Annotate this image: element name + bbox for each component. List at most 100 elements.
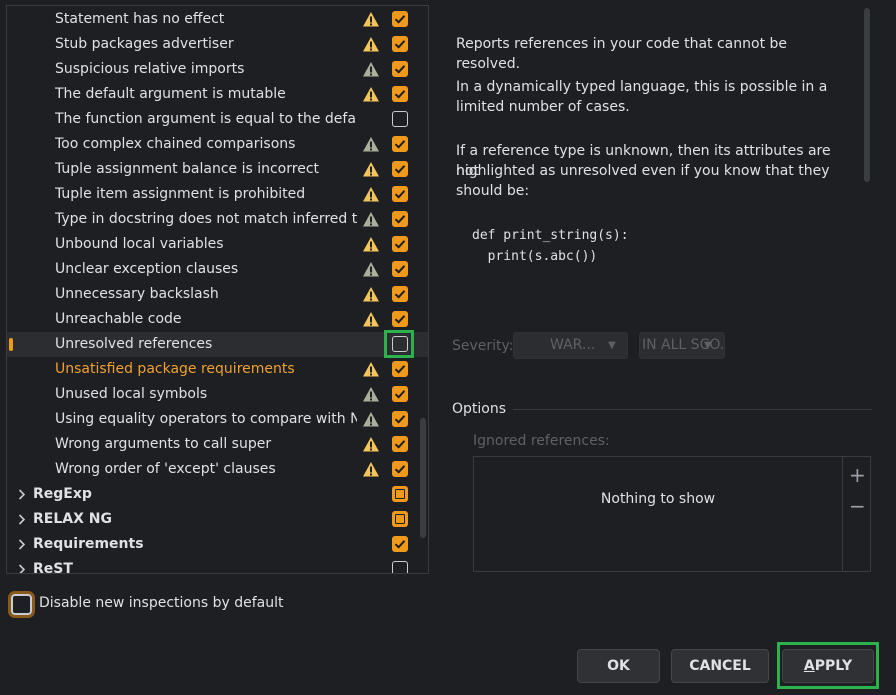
inspection-row[interactable]: Unresolved references [7,330,428,358]
inspection-label: Unnecessary backslash [55,286,219,302]
weak-warning-icon [362,211,380,228]
inspection-label: Unsatisfied package requirements [55,361,295,377]
ignored-references-list[interactable]: Nothing to show [473,456,871,572]
description-p1: Reports references in your code that can… [456,36,788,72]
scope-value: IN ALL SCO... [642,337,725,353]
inspection-group-row[interactable]: RegExp [7,482,428,507]
disable-new-inspections-label: Disable new inspections by default [39,595,284,611]
inspection-row[interactable]: Unused local symbols [7,382,428,407]
add-icon[interactable]: + [849,463,866,487]
code-sample-line2: print(s.abc()) [472,249,598,264]
warning-icon [362,236,380,253]
apply-highlight-frame [777,642,879,689]
weak-warning-icon [362,411,380,428]
inspection-row[interactable]: Unbound local variables [7,232,428,257]
inspection-checkbox[interactable] [392,386,408,402]
inspection-checkbox[interactable] [392,61,408,77]
inspection-row[interactable]: Suspicious relative imports [7,57,428,82]
description-p2-line1: In a dynamically typed language, this is… [456,79,828,95]
inspection-checkbox[interactable] [392,461,408,477]
chevron-right-icon[interactable] [16,532,28,557]
group-checkbox[interactable] [392,511,408,527]
disable-new-inspections-checkbox[interactable] [11,594,32,615]
weak-warning-icon [362,386,380,403]
inspection-checkbox[interactable] [392,86,408,102]
inspection-group-row[interactable]: Requirements [7,532,428,557]
inspection-checkbox[interactable] [392,186,408,202]
inspection-checkbox[interactable] [392,436,408,452]
inspection-row[interactable]: Wrong arguments to call super [7,432,428,457]
chevron-right-icon[interactable] [16,507,28,532]
scope-dropdown[interactable]: IN ALL SCO... ▼ [639,332,725,359]
inspection-row[interactable]: Unclear exception clauses [7,257,428,282]
inspection-checkbox[interactable] [392,261,408,277]
cancel-button[interactable]: CANCEL [671,649,769,683]
inspection-row[interactable]: Unnecessary backslash [7,282,428,307]
inspection-label: Unreachable code [55,311,182,327]
group-checkbox[interactable] [392,561,408,573]
options-title: Options [452,401,507,417]
severity-dropdown[interactable]: WAR... ▼ [513,332,628,359]
inspection-label: Tuple item assignment is prohibited [55,186,306,202]
inspection-row[interactable]: Statement has no effect [7,7,428,32]
inspection-row[interactable]: Using equality operators to compare with… [7,407,428,432]
tree-scrollbar[interactable] [420,418,426,538]
inspection-row[interactable]: Too complex chained comparisons [7,132,428,157]
group-label: ReST [33,561,73,574]
inspection-label: Stub packages advertiser [55,36,234,52]
inspection-row[interactable]: Type in docstring does not match inferre… [7,207,428,232]
inspection-label: Using equality operators to compare with… [55,411,357,427]
severity-label: Severity: [452,338,514,354]
inspection-label: Statement has no effect [55,11,225,27]
warning-icon [362,86,380,103]
inspection-checkbox[interactable] [392,236,408,252]
weak-warning-icon [362,261,380,278]
inspection-checkbox[interactable] [392,111,408,127]
description-scrollbar[interactable] [864,8,870,182]
selected-row-marker [9,338,13,351]
group-checkbox[interactable] [392,486,408,502]
inspection-group-row[interactable]: RELAX NG [7,507,428,532]
inspection-row[interactable]: The default argument is mutable [7,82,428,107]
inspection-label: Type in docstring does not match inferre… [55,211,357,227]
inspection-row[interactable]: Tuple item assignment is prohibited [7,182,428,207]
chevron-down-icon: ▼ [608,340,616,351]
inspection-checkbox[interactable] [392,211,408,227]
inspection-checkbox[interactable] [392,286,408,302]
inspection-checkbox[interactable] [392,36,408,52]
inspection-label: Unbound local variables [55,236,224,252]
ok-button[interactable]: OK [577,649,660,683]
description-p3-line2: highlighted as unresolved even if you kn… [456,163,830,179]
chevron-right-icon[interactable] [16,482,28,507]
inspection-row[interactable]: Stub packages advertiser [7,32,428,57]
inspection-row[interactable]: Wrong order of 'except' clauses [7,457,428,482]
inspection-checkbox[interactable] [392,11,408,27]
inspection-checkbox[interactable] [392,361,408,377]
inspection-group-row[interactable]: ReST [7,557,428,574]
inspection-row[interactable]: Tuple assignment balance is incorrect [7,157,428,182]
inspection-checkbox[interactable] [392,136,408,152]
inspection-label: Tuple assignment balance is incorrect [55,161,320,177]
inspection-tree[interactable]: Statement has no effect Stub packages adv… [6,5,429,574]
warning-icon [362,36,380,53]
group-checkbox[interactable] [392,536,408,552]
inspection-row[interactable]: Unsatisfied package requirements [7,357,428,382]
inspection-checkbox[interactable] [392,161,408,177]
inspection-row[interactable]: The function argument is equal to the de… [7,107,428,132]
inspection-checkbox[interactable] [392,311,408,327]
warning-icon [362,286,380,303]
remove-icon[interactable]: − [849,494,866,518]
inspection-row[interactable]: Unreachable code [7,307,428,332]
group-label: RELAX NG [33,511,112,527]
weak-warning-icon [362,136,380,153]
severity-value: WAR... [550,337,596,353]
warning-icon [362,436,380,453]
warning-icon [362,11,380,28]
list-toolbar-divider [842,457,843,571]
chevron-right-icon[interactable] [16,557,28,573]
inspection-label: Suspicious relative imports [55,61,245,77]
inspection-label: The function argument is equal to the de… [55,111,357,127]
inspection-label: Unused local symbols [55,386,208,402]
chevron-down-icon: ▼ [704,340,712,351]
inspection-checkbox[interactable] [392,411,408,427]
